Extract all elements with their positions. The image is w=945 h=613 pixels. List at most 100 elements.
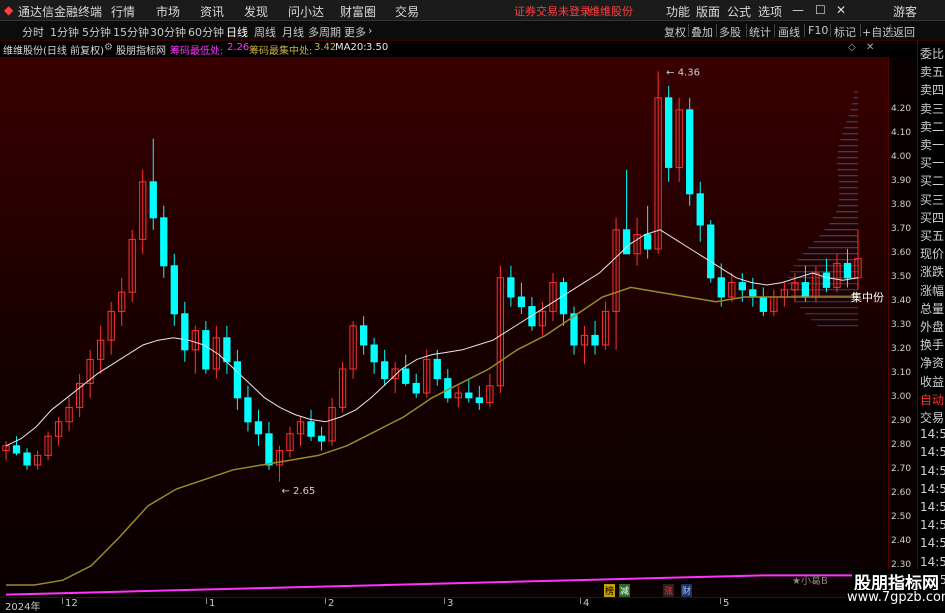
menu-wenxiaoda[interactable]: 问小达 (288, 3, 324, 20)
btn-duogu[interactable]: 多股 (719, 24, 741, 40)
date-tick-mark (325, 598, 326, 604)
tab-duozhouqi[interactable]: 多周期 (308, 24, 341, 40)
side-label: 买二 (920, 174, 945, 189)
candle-down (359, 325, 368, 346)
side-label: 委比 (920, 47, 945, 61)
side-label: 卖五 (920, 65, 945, 80)
side-label: 14:56 (920, 500, 945, 514)
menu-shichang[interactable]: 市场 (156, 3, 180, 20)
close-icon[interactable]: ✕ (836, 3, 846, 17)
diamond-icon[interactable]: ◇ (848, 42, 856, 53)
close-icon[interactable]: ✕ (866, 42, 874, 53)
kline-svg[interactable]: ← 4.36← 2.65集中份筹码最 (0, 57, 888, 597)
date-tick-mark (580, 598, 581, 604)
candle-down (412, 382, 420, 394)
side-label: 卖三 (920, 101, 945, 116)
btn-add-watchlist[interactable]: +自选 (862, 24, 893, 40)
candle-down (559, 282, 568, 315)
ma20-value: 3.50 (366, 42, 389, 53)
candle-down (370, 344, 378, 363)
side-label: 收益 (920, 374, 945, 389)
candle-down (665, 97, 673, 168)
badge-bang[interactable]: 榜 (604, 584, 616, 597)
tab-more[interactable]: 更多 (344, 24, 366, 40)
badge-zhang[interactable]: 涨 (663, 584, 675, 597)
date-tick-label: 2 (328, 598, 335, 609)
side-label: 买三 (920, 192, 945, 207)
tab-30min[interactable]: 30分钟 (150, 24, 186, 40)
btn-diejia[interactable]: 叠加 (691, 24, 713, 40)
btn-back[interactable]: 返回 (893, 24, 915, 40)
low-price-label: ← 2.65 (281, 486, 315, 497)
price-tick-label: 4.10 (891, 127, 912, 138)
tab-5min[interactable]: 5分钟 (82, 24, 111, 40)
candle-down (528, 306, 536, 327)
tab-fenshi[interactable]: 分时 (22, 24, 44, 40)
side-label: 总量 (920, 301, 945, 316)
menu-faxian[interactable]: 发现 (244, 3, 268, 20)
minimize-icon[interactable]: — (792, 3, 804, 17)
candle-down (170, 265, 178, 315)
candle-down (686, 109, 694, 195)
side-label: 14:56 (920, 554, 945, 569)
candle-down (265, 433, 273, 466)
btn-huaxian[interactable]: 画线 (778, 24, 800, 40)
tab-rixian[interactable]: 日线 (226, 24, 248, 40)
candle-down (622, 229, 631, 255)
price-tick-label: 3.20 (891, 343, 912, 354)
tab-60min[interactable]: 60分钟 (188, 24, 224, 40)
kline-chart[interactable]: ← 4.36← 2.65集中份筹码最 (0, 57, 888, 597)
price-tick-label: 2.80 (891, 439, 912, 450)
chip-low-line (5, 574, 858, 596)
menu-jiaoyi[interactable]: 交易 (395, 3, 419, 20)
gear-icon[interactable]: ⚙ (104, 42, 113, 53)
chip-low-value: 2.26 (227, 42, 250, 53)
indicator-name[interactable]: 股朋指标网 (116, 42, 166, 57)
side-label: 换手 (920, 338, 945, 353)
date-tick-label: 12 (65, 598, 78, 609)
chip-center-line (6, 286, 858, 586)
price-tick-label: 4.00 (891, 151, 912, 162)
menu-caifuquan[interactable]: 财富圈 (340, 3, 376, 20)
tab-yuexian[interactable]: 月线 (282, 24, 304, 40)
btn-f10[interactable]: F10 (808, 24, 828, 37)
candle-down (244, 397, 252, 423)
candle-down (181, 313, 189, 351)
ma20-line (5, 229, 859, 447)
chevron-right-icon[interactable]: › (368, 24, 372, 37)
chip-mid-label: 筹码最集中处: (249, 46, 313, 57)
menu-gongneng[interactable]: 功能 (666, 3, 690, 20)
tab-1min[interactable]: 1分钟 (50, 24, 79, 40)
side-label[interactable]: 交易 (920, 409, 944, 426)
menu-hangqing[interactable]: 行情 (111, 3, 135, 20)
maximize-icon[interactable]: ☐ (815, 3, 826, 17)
badge-cai[interactable]: 财 (681, 584, 693, 597)
guest-label[interactable]: 游客 (893, 3, 917, 20)
price-tick-label: 4.20 (891, 103, 912, 114)
side-label: 买一 (920, 156, 945, 171)
current-stock-name: 维维股份 (589, 5, 633, 18)
side-label: 买五 (920, 229, 945, 243)
side-label: 14:56 (920, 481, 945, 496)
price-tick-label: 3.90 (891, 175, 912, 186)
candle-down (517, 296, 526, 308)
side-label: 涨幅 (920, 283, 945, 298)
side-label: 净资 (920, 356, 945, 371)
date-tick-mark (720, 598, 721, 604)
menu-xuanxiang[interactable]: 选项 (758, 3, 782, 20)
btn-biaoji[interactable]: 标记 (834, 24, 856, 40)
menu-banmian[interactable]: 版面 (696, 3, 720, 20)
tab-15min[interactable]: 15分钟 (113, 24, 149, 40)
menu-gongshi[interactable]: 公式 (727, 3, 751, 20)
side-label[interactable]: 自动 (920, 391, 944, 408)
price-tick-label: 2.90 (891, 415, 912, 426)
btn-fuquan[interactable]: 复权 (664, 24, 686, 40)
side-label: 14:56 (920, 536, 945, 551)
menu-zixun[interactable]: 资讯 (200, 3, 224, 20)
login-status[interactable]: 证券交易未登录 (514, 3, 591, 19)
tab-zhouxian[interactable]: 周线 (254, 24, 276, 40)
btn-tongji[interactable]: 统计 (749, 24, 771, 40)
candle-down (843, 262, 852, 279)
badge-jian[interactable]: 减 (619, 584, 631, 597)
price-tick-label: 3.10 (891, 367, 912, 378)
